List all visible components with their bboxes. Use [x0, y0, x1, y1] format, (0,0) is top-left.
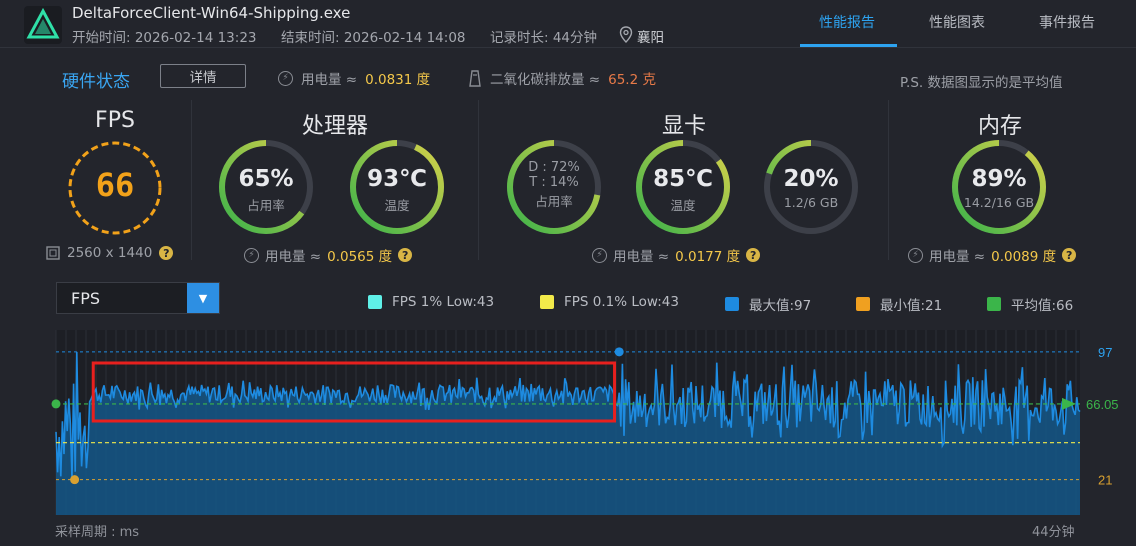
- monitor-icon: [46, 246, 60, 260]
- gpu-t-usage: T : 14%: [529, 175, 579, 190]
- legend-swatch: [540, 295, 554, 309]
- fps-resolution: 2560 x 1440 ?: [46, 245, 174, 261]
- fps-value: 66: [95, 166, 135, 204]
- avg-marker: [51, 399, 61, 409]
- section-divider: [888, 100, 889, 260]
- min-axis-label: 21: [1098, 473, 1112, 488]
- memory-section-title: 内存: [977, 114, 1022, 139]
- cpu-power: ⚡ 用电量 ≈ 0.0565 度 ?: [244, 245, 413, 265]
- power-icon: ⚡: [908, 247, 923, 263]
- section-divider: [478, 100, 479, 260]
- app-logo-icon: [24, 6, 62, 44]
- legend-item-01pct-low: FPS 0.1% Low:43: [540, 294, 679, 310]
- memory-usage-value: 89%: [971, 166, 1027, 192]
- cpu-usage-value: 65%: [238, 166, 294, 192]
- power-icon: ⚡: [278, 70, 293, 86]
- gpu-temp-label: 温度: [670, 198, 696, 213]
- gpu-temp-value: 85℃: [653, 166, 713, 192]
- gpu-d-usage: D : 72%: [528, 160, 580, 175]
- cpu-section-title: 处理器: [301, 114, 368, 139]
- help-icon[interactable]: ?: [1062, 248, 1077, 262]
- cpu-temp-label: 温度: [384, 198, 410, 213]
- power-icon: ⚡: [244, 247, 259, 263]
- legend-item-min: 最小值:21: [856, 294, 942, 314]
- fps-section-title: FPS: [95, 108, 135, 133]
- tab-performance-chart[interactable]: 性能图表: [929, 12, 985, 32]
- section-divider: [191, 100, 192, 260]
- memory-power: ⚡ 用电量 ≈ 0.0089 度 ?: [908, 245, 1077, 265]
- min-marker: [70, 475, 80, 485]
- location-pin-icon: [619, 26, 633, 43]
- app-title: DeltaForceClient-Win64-Shipping.exe: [72, 4, 351, 22]
- gpu-section-title: 显卡: [661, 114, 706, 139]
- co2-emission: 二氧化碳排放量 ≈ 65.2 克: [468, 68, 656, 88]
- legend-swatch: [987, 297, 1001, 311]
- gpu-usage-label: 占用率: [535, 194, 573, 209]
- help-icon[interactable]: ?: [398, 248, 413, 262]
- metric-select-value: FPS: [71, 288, 101, 308]
- legend-swatch: [856, 297, 870, 311]
- cpu-usage-label: 占用率: [247, 198, 285, 213]
- duration-end-label: 44分钟: [1032, 525, 1075, 540]
- legend-item-avg: 平均值:66: [987, 294, 1073, 314]
- gpu-power: ⚡ 用电量 ≈ 0.0177 度 ?: [592, 245, 761, 265]
- dropdown-arrow-icon[interactable]: ▼: [187, 283, 219, 313]
- record-duration: 记录时长: 44分钟: [490, 30, 598, 46]
- header-divider: [0, 47, 1136, 48]
- avg-axis-label: 66.05: [1086, 397, 1119, 412]
- legend-item-1pct-low: FPS 1% Low:43: [368, 294, 494, 310]
- gpu-vram-value: 20%: [783, 166, 839, 192]
- max-axis-label: 97: [1098, 345, 1112, 360]
- total-power: ⚡ 用电量 ≈ 0.0831 度: [278, 68, 430, 88]
- sampling-period-label: 采样周期 : ms: [55, 525, 140, 540]
- legend-swatch: [368, 295, 382, 309]
- start-time: 开始时间: 2026-02-14 13:23: [72, 30, 257, 46]
- max-marker: [614, 347, 624, 357]
- legend-swatch: [725, 297, 739, 311]
- hardware-status-title: 硬件状态: [62, 72, 130, 92]
- power-icon: ⚡: [592, 247, 607, 263]
- factory-chimney-icon: [469, 70, 481, 87]
- help-icon[interactable]: ?: [746, 248, 761, 262]
- metric-select[interactable]: FPS ▼: [56, 282, 220, 314]
- detail-button[interactable]: 详情: [160, 64, 246, 88]
- end-time: 结束时间: 2026-02-14 14:08: [281, 30, 466, 46]
- tab-event-report[interactable]: 事件报告: [1039, 12, 1095, 32]
- fps-chart: 97 66.05 21: [51, 330, 1119, 515]
- tab-performance-report[interactable]: 性能报告: [819, 12, 875, 32]
- note-average: P.S. 数据图显示的是平均值: [900, 75, 1063, 91]
- gpu-vram-sub: 1.2/6 GB: [783, 195, 839, 210]
- legend-item-max: 最大值:97: [725, 294, 811, 314]
- location: 襄阳: [637, 30, 664, 46]
- memory-usage-sub: 14.2/16 GB: [963, 195, 1035, 210]
- help-icon[interactable]: ?: [159, 246, 174, 260]
- cpu-temp-value: 93℃: [367, 166, 427, 192]
